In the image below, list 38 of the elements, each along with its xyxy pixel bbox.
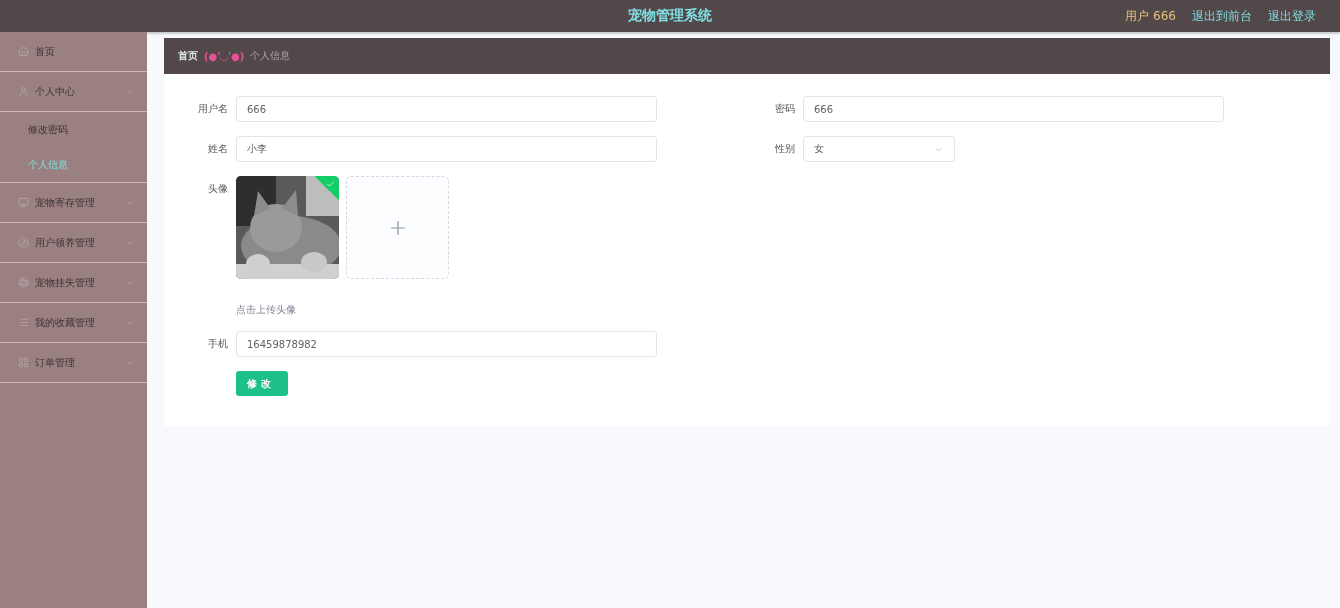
field-label: 密码: [774, 102, 795, 116]
menu-item[interactable]: 用户领养管理: [0, 223, 147, 263]
check-icon: [325, 179, 335, 189]
upload-box[interactable]: [346, 176, 449, 279]
grid-icon: [18, 357, 29, 368]
menu-item[interactable]: 我的收藏管理: [0, 303, 147, 343]
field-label: 姓名: [207, 142, 228, 156]
field-label: 头像: [207, 182, 228, 196]
field-label: 性别: [774, 142, 795, 156]
menu-item[interactable]: 宠物挂失管理: [0, 263, 147, 303]
aperture-icon: [18, 277, 29, 288]
user-name: 用户 666: [1125, 7, 1176, 25]
breadcrumb-separator: (●'◡'●): [204, 50, 245, 62]
submenu-item[interactable]: 个人信息: [0, 147, 147, 182]
header-link[interactable]: 退出登录: [1268, 7, 1316, 25]
menu-item[interactable]: 个人中心: [0, 72, 147, 112]
header-link[interactable]: 退出到前台: [1192, 7, 1252, 25]
field-label: 用户名: [197, 102, 228, 116]
text-field[interactable]: 666: [803, 96, 1224, 122]
menu-item[interactable]: 订单管理: [0, 343, 147, 383]
breadcrumb-home[interactable]: 首页: [178, 49, 198, 63]
text-field[interactable]: 666: [236, 96, 657, 122]
field-label: 手机: [207, 337, 228, 351]
menu-item[interactable]: 首页: [0, 32, 147, 72]
app-title: 宠物管理系统: [628, 7, 712, 25]
text-field[interactable]: 小李: [236, 136, 657, 162]
upload-hint: 点击上传头像: [236, 303, 297, 317]
select-field[interactable]: 女: [803, 136, 955, 162]
breadcrumb-current: 个人信息: [250, 49, 291, 63]
submenu-item[interactable]: 修改密码: [0, 112, 147, 147]
monitor-icon: [18, 197, 29, 208]
submit-button[interactable]: 修改: [236, 371, 288, 396]
menu-item[interactable]: 宠物寄存管理: [0, 183, 147, 223]
compass-icon: [18, 237, 29, 248]
text-field[interactable]: 16459878982: [236, 331, 657, 357]
home-icon: [18, 46, 29, 57]
list-icon: [18, 317, 29, 328]
user-icon: [18, 86, 29, 97]
